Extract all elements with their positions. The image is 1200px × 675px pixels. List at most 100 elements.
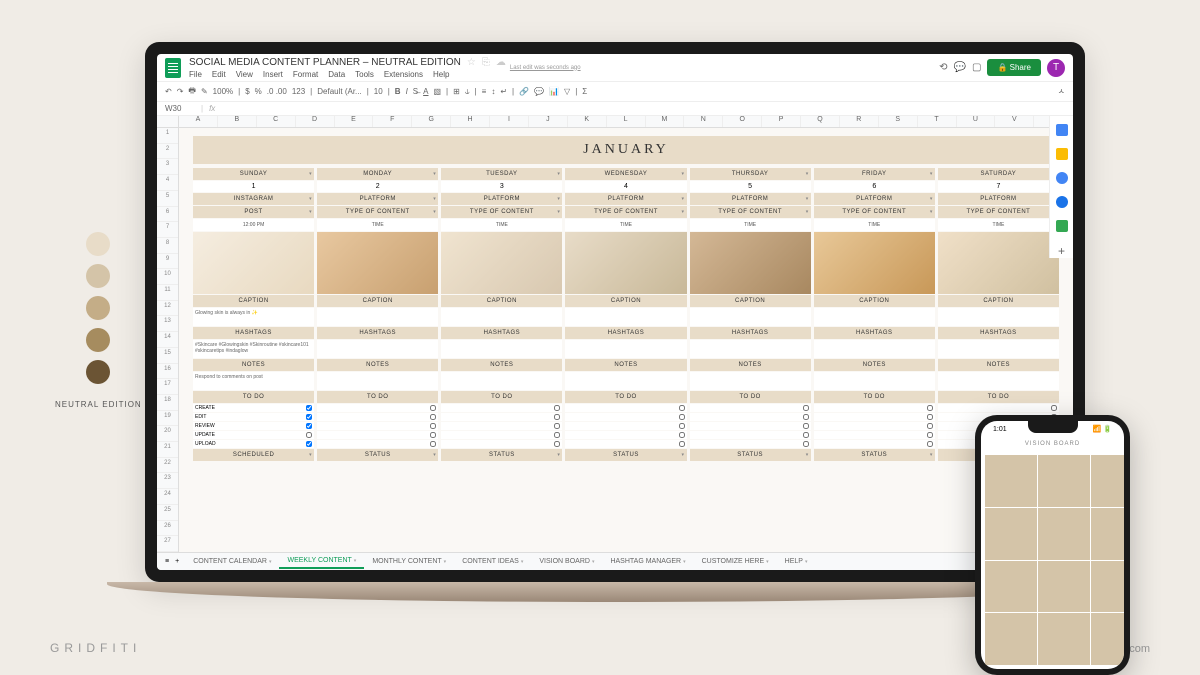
col-header[interactable]: G — [412, 116, 451, 127]
functions-button[interactable]: Σ — [582, 87, 587, 96]
hashtags-content[interactable] — [441, 340, 562, 358]
vision-image[interactable] — [985, 613, 1037, 665]
time-cell[interactable]: TIME — [938, 219, 1059, 231]
todo-checkbox[interactable] — [554, 441, 560, 447]
menu-file[interactable]: File — [189, 70, 202, 79]
italic-button[interactable]: I — [406, 87, 408, 96]
col-header[interactable]: F — [373, 116, 412, 127]
bold-button[interactable]: B — [395, 87, 401, 96]
menu-help[interactable]: Help — [433, 70, 449, 79]
todo-checkbox[interactable] — [554, 405, 560, 411]
contacts-icon[interactable] — [1056, 196, 1068, 208]
notes-content[interactable]: Respond to comments on post — [193, 372, 314, 390]
col-header[interactable]: B — [218, 116, 257, 127]
vision-image[interactable] — [1038, 508, 1090, 560]
sheet-tab-customize-here[interactable]: CUSTOMIZE HERE ▾ — [694, 554, 777, 569]
row-number[interactable]: 25 — [157, 505, 178, 521]
platform-cell[interactable]: INSTAGRAM — [193, 193, 314, 205]
chart-button[interactable]: 📊 — [549, 87, 559, 96]
day-name-header[interactable]: SUNDAY — [193, 168, 314, 180]
insert-comment-button[interactable]: 💬 — [534, 87, 544, 96]
share-button[interactable]: 🔒 Share — [987, 59, 1041, 76]
time-cell[interactable]: TIME — [441, 219, 562, 231]
row-number[interactable]: 5 — [157, 191, 178, 207]
todo-checkbox[interactable] — [554, 432, 560, 438]
caption-content[interactable] — [565, 308, 686, 326]
col-header[interactable]: S — [879, 116, 918, 127]
row-number[interactable]: 24 — [157, 489, 178, 505]
col-header[interactable]: N — [684, 116, 723, 127]
content-image[interactable] — [317, 232, 438, 294]
caption-content[interactable] — [690, 308, 811, 326]
sheet-tab-content-calendar[interactable]: CONTENT CALENDAR ▾ — [185, 554, 279, 569]
todo-checkbox[interactable] — [306, 405, 312, 411]
borders-button[interactable]: ⊞ — [453, 87, 460, 96]
todo-checkbox[interactable] — [803, 423, 809, 429]
notes-content[interactable] — [317, 372, 438, 390]
meet-icon[interactable]: ▢ — [972, 62, 981, 73]
row-number[interactable]: 3 — [157, 159, 178, 175]
notes-content[interactable] — [814, 372, 935, 390]
menu-format[interactable]: Format — [293, 70, 318, 79]
hashtags-content[interactable] — [317, 340, 438, 358]
content-type-cell[interactable]: POST — [193, 206, 314, 218]
todo-checkbox[interactable] — [679, 405, 685, 411]
todo-checkbox[interactable] — [679, 441, 685, 447]
row-number[interactable]: 11 — [157, 285, 178, 301]
fill-color-button[interactable]: ▧ — [433, 87, 441, 96]
row-number[interactable]: 1 — [157, 128, 178, 144]
caption-content[interactable]: Glowing skin is always in ✨ — [193, 308, 314, 326]
row-number[interactable]: 14 — [157, 332, 178, 348]
hashtags-content[interactable] — [690, 340, 811, 358]
notes-content[interactable] — [938, 372, 1059, 390]
row-number[interactable]: 4 — [157, 175, 178, 191]
spreadsheet-content[interactable]: JANUARY SUNDAY1INSTAGRAMPOST12:00 PMCAPT… — [179, 128, 1073, 552]
menu-extensions[interactable]: Extensions — [384, 70, 423, 79]
todo-checkbox[interactable] — [430, 432, 436, 438]
last-edit-text[interactable]: Last edit was seconds ago — [510, 65, 581, 71]
col-header[interactable]: J — [529, 116, 568, 127]
vision-image[interactable] — [985, 561, 1037, 613]
todo-checkbox[interactable] — [554, 423, 560, 429]
content-type-cell[interactable]: TYPE OF CONTENT — [814, 206, 935, 218]
filter-button[interactable]: ▽ — [564, 87, 570, 96]
day-name-header[interactable]: TUESDAY — [441, 168, 562, 180]
caption-content[interactable] — [317, 308, 438, 326]
row-number[interactable]: 15 — [157, 348, 178, 364]
content-image[interactable] — [814, 232, 935, 294]
menu-edit[interactable]: Edit — [212, 70, 226, 79]
row-number[interactable]: 27 — [157, 536, 178, 552]
status-cell[interactable]: STATUS — [814, 449, 935, 461]
status-cell[interactable]: STATUS — [317, 449, 438, 461]
status-cell[interactable]: STATUS — [690, 449, 811, 461]
col-header[interactable]: D — [296, 116, 335, 127]
wrap-button[interactable]: ↵ — [500, 87, 507, 96]
paint-format-icon[interactable]: ✎ — [201, 87, 208, 96]
todo-checkbox[interactable] — [430, 441, 436, 447]
align-button[interactable]: ≡ — [482, 87, 487, 96]
todo-checkbox[interactable] — [430, 405, 436, 411]
col-header[interactable]: L — [607, 116, 646, 127]
zoom-dropdown[interactable]: 100% — [213, 87, 233, 96]
merge-button[interactable]: ⫝ — [465, 87, 470, 97]
add-addon-icon[interactable]: + — [1058, 244, 1065, 258]
strike-button[interactable]: S̶ — [413, 87, 418, 96]
status-cell[interactable]: SCHEDULED — [193, 449, 314, 461]
comment-icon[interactable]: 💬 — [954, 62, 966, 73]
cloud-icon[interactable]: ☁ — [496, 57, 506, 68]
notes-content[interactable] — [441, 372, 562, 390]
row-number[interactable]: 8 — [157, 238, 178, 254]
row-number[interactable]: 23 — [157, 473, 178, 489]
platform-cell[interactable]: PLATFORM — [690, 193, 811, 205]
caption-content[interactable] — [938, 308, 1059, 326]
todo-checkbox[interactable] — [927, 405, 933, 411]
undo-icon[interactable]: ↶ — [165, 87, 172, 96]
platform-cell[interactable]: PLATFORM — [441, 193, 562, 205]
vision-image[interactable] — [1038, 455, 1090, 507]
sheet-tab-weekly-content[interactable]: WEEKLY CONTENT ▾ — [279, 554, 364, 569]
content-type-cell[interactable]: TYPE OF CONTENT — [690, 206, 811, 218]
currency-button[interactable]: $ — [245, 87, 249, 96]
col-header[interactable]: I — [490, 116, 529, 127]
notes-content[interactable] — [690, 372, 811, 390]
content-type-cell[interactable]: TYPE OF CONTENT — [565, 206, 686, 218]
